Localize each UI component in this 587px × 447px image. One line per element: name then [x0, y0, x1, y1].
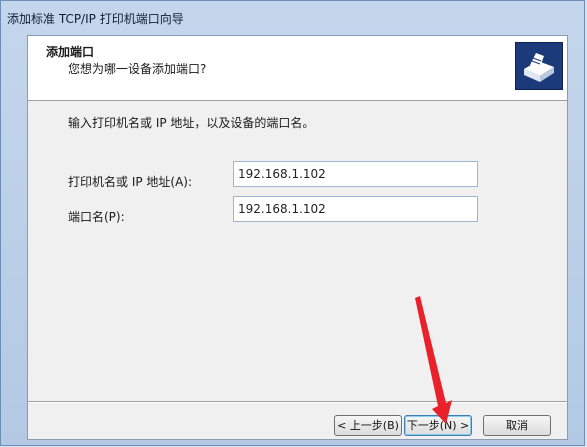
window-title: 添加标准 TCP/IP 打印机端口向导: [7, 12, 184, 26]
header-title: 添加端口: [46, 45, 95, 59]
instruction-text: 输入打印机名或 IP 地址，以及设备的端口名。: [68, 116, 315, 130]
header-subtitle: 您想为哪一设备添加端口?: [68, 62, 207, 76]
wizard-content: 输入打印机名或 IP 地址，以及设备的端口名。 打印机名或 IP 地址(A): …: [28, 101, 567, 401]
wizard-header: 添加端口 您想为哪一设备添加端口?: [28, 36, 567, 101]
port-name-label: 端口名(P):: [68, 210, 125, 224]
ip-address-input[interactable]: [233, 161, 478, 187]
next-button[interactable]: 下一步(N) >: [404, 415, 472, 436]
title-bar[interactable]: 添加标准 TCP/IP 打印机端口向导: [1, 1, 584, 35]
port-name-input[interactable]: [233, 196, 478, 222]
wizard-window: 添加标准 TCP/IP 打印机端口向导 添加端口 您想为哪一设备添加端口? 输入…: [0, 0, 585, 446]
printer-icon: [515, 42, 563, 90]
footer-divider: [28, 401, 567, 403]
back-button[interactable]: < 上一步(B): [334, 415, 402, 436]
ip-address-label: 打印机名或 IP 地址(A):: [68, 175, 193, 189]
wizard-dialog: 添加端口 您想为哪一设备添加端口? 输入打印机名或 IP 地址，以及设备的端口名…: [27, 35, 568, 440]
cancel-button[interactable]: 取消: [483, 415, 551, 436]
